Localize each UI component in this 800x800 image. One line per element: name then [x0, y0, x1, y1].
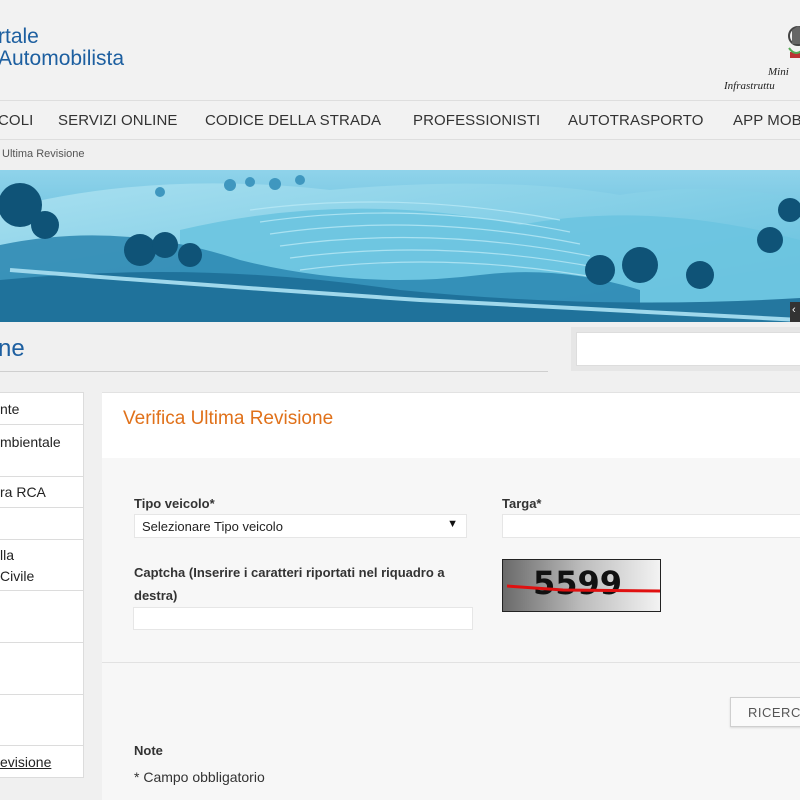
captcha-image: 5599 [502, 559, 661, 612]
sidebar-item-label: lla [0, 547, 15, 563]
captcha-label-line-2: destra) [134, 588, 178, 603]
search-button[interactable]: RICERC [730, 697, 800, 727]
sidebar-item-6[interactable] [0, 591, 84, 643]
tipo-veicolo-label: Tipo veicolo* [134, 496, 215, 511]
sidebar-item-label: Civile [0, 568, 35, 584]
captcha-text: 5599 [533, 564, 622, 602]
tipo-veicolo-select[interactable]: Selezionare Tipo veicolo ▼ [134, 514, 467, 538]
sidebar-item-5[interactable]: lla Civile [0, 540, 84, 591]
main-nav: COLI SERVIZI ONLINE CODICE DELLA STRADA … [0, 100, 800, 140]
nav-item-professionisti[interactable]: PROFESSIONISTI [413, 112, 540, 129]
sidebar-item-7[interactable] [0, 643, 84, 695]
sidebar-item-label: mbientale [0, 434, 61, 450]
ministry-text-2: Infrastruttu [724, 80, 775, 92]
page-title: ne [0, 335, 25, 362]
ministry-logo[interactable]: Mini Infrastruttu [724, 10, 800, 96]
sidebar-item-label: ra RCA [0, 484, 46, 500]
captcha-label-line-1: Captcha (Inserire i caratteri riportati … [134, 565, 445, 580]
nav-item-codice-della-strada[interactable]: CODICE DELLA STRADA [205, 112, 381, 129]
targa-input[interactable] [502, 514, 800, 538]
title-divider [0, 371, 548, 372]
republic-emblem-icon [788, 26, 800, 58]
nav-item-servizi-online[interactable]: SERVIZI ONLINE [58, 112, 178, 129]
logo-line-1: rtale [0, 25, 39, 48]
ministry-text-1: Mini [768, 66, 789, 78]
logo-line-2: Automobilista [0, 47, 125, 70]
hero-banner [0, 170, 800, 322]
form-title: Verifica Ultima Revisione [123, 408, 334, 429]
tipo-veicolo-value: Selezionare Tipo veicolo [142, 519, 283, 534]
form-header: Verifica Ultima Revisione [102, 392, 800, 458]
sidebar-item-ultima-revisione[interactable]: evisione [0, 746, 84, 779]
site-header: rtale Automobilista Mini Infrastruttu [0, 0, 800, 100]
required-field-note: * Campo obbligatorio [134, 769, 265, 785]
banner-nav-arrow[interactable]: ‹ [790, 302, 800, 322]
sidebar-item-3[interactable]: ra RCA [0, 477, 84, 508]
sidebar-item-label: nte [0, 401, 20, 417]
nav-item-autotrasporto[interactable]: AUTOTRASPORTO [568, 112, 704, 129]
sidebar: nte mbientale ra RCA lla Civile evisione [0, 392, 84, 778]
nav-item-app-mobile[interactable]: APP MOB [733, 112, 800, 129]
sidebar-item-1[interactable]: nte [0, 393, 84, 425]
breadcrumb: Ultima Revisione [2, 148, 85, 160]
nav-item-veicoli[interactable]: COLI [0, 112, 33, 129]
form-panel: Verifica Ultima Revisione Tipo veicolo* … [102, 392, 800, 800]
captcha-input[interactable] [133, 607, 473, 630]
portal-logo[interactable]: rtale Automobilista [0, 26, 124, 70]
note-label: Note [134, 743, 163, 758]
search-button-label: RICERC [748, 705, 800, 720]
search-box [571, 327, 800, 371]
chevron-left-icon: ‹ [792, 304, 796, 316]
sidebar-item-8[interactable] [0, 695, 84, 746]
dropdown-arrow-icon: ▼ [447, 518, 458, 530]
sidebar-item-label: evisione [0, 754, 52, 770]
form-divider [102, 662, 800, 663]
landscape-image [0, 170, 800, 322]
page: rtale Automobilista Mini Infrastruttu CO… [0, 0, 800, 800]
sidebar-item-2[interactable]: mbientale [0, 425, 84, 477]
targa-label: Targa* [502, 496, 542, 511]
search-input[interactable] [576, 332, 800, 366]
sidebar-item-4[interactable] [0, 508, 84, 540]
